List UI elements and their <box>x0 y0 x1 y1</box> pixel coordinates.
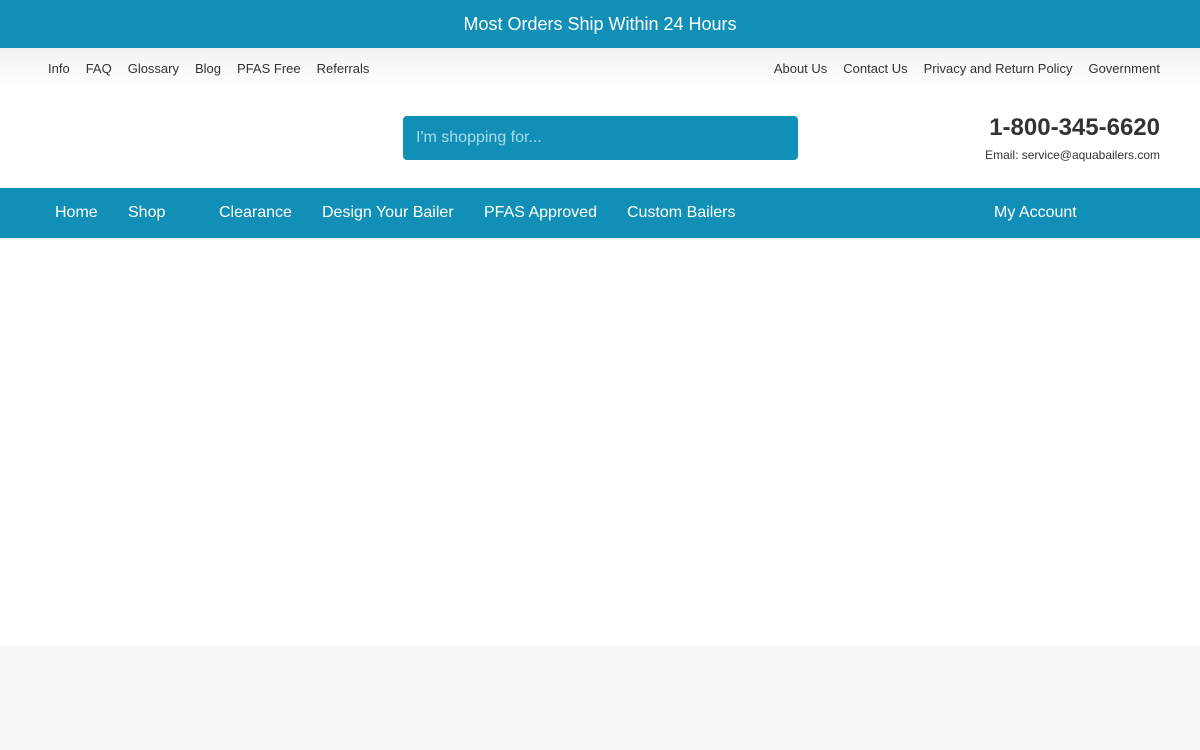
contact-info: 1-800-345-6620 Email: service@aquabailer… <box>985 114 1160 162</box>
nav-design-your-bailer[interactable]: Design Your Bailer <box>322 188 454 238</box>
main-content <box>0 238 1200 646</box>
nav-home[interactable]: Home <box>55 188 98 238</box>
search-input[interactable] <box>403 116 798 160</box>
nav-pfas-approved[interactable]: PFAS Approved <box>484 188 597 238</box>
util-link-info[interactable]: Info <box>48 61 70 76</box>
util-link-faq[interactable]: FAQ <box>86 61 112 76</box>
util-link-pfas-free[interactable]: PFAS Free <box>237 61 301 76</box>
nav-clearance[interactable]: Clearance <box>219 188 292 238</box>
util-link-privacy-return[interactable]: Privacy and Return Policy <box>924 61 1073 76</box>
utility-nav-left: Info FAQ Glossary Blog PFAS Free Referra… <box>48 61 385 76</box>
util-link-about-us[interactable]: About Us <box>774 61 827 76</box>
nav-custom-bailers[interactable]: Custom Bailers <box>627 188 735 238</box>
email-address[interactable]: Email: service@aquabailers.com <box>985 148 1160 162</box>
util-link-government[interactable]: Government <box>1088 61 1160 76</box>
nav-my-account[interactable]: My Account <box>994 188 1077 238</box>
announcement-text: Most Orders Ship Within 24 Hours <box>463 13 737 34</box>
site-header: 1-800-345-6620 Email: service@aquabailer… <box>0 88 1200 188</box>
utility-nav-right: About Us Contact Us Privacy and Return P… <box>758 61 1160 76</box>
main-nav: Home Shop Clearance Design Your Bailer P… <box>0 188 1200 238</box>
util-link-glossary[interactable]: Glossary <box>128 61 179 76</box>
util-link-blog[interactable]: Blog <box>195 61 221 76</box>
utility-nav: Info FAQ Glossary Blog PFAS Free Referra… <box>0 48 1200 88</box>
footer <box>0 646 1200 750</box>
nav-shop[interactable]: Shop <box>128 188 165 238</box>
announcement-bar: Most Orders Ship Within 24 Hours <box>0 0 1200 48</box>
util-link-contact-us[interactable]: Contact Us <box>843 61 907 76</box>
util-link-referrals[interactable]: Referrals <box>317 61 370 76</box>
phone-number[interactable]: 1-800-345-6620 <box>985 114 1160 142</box>
